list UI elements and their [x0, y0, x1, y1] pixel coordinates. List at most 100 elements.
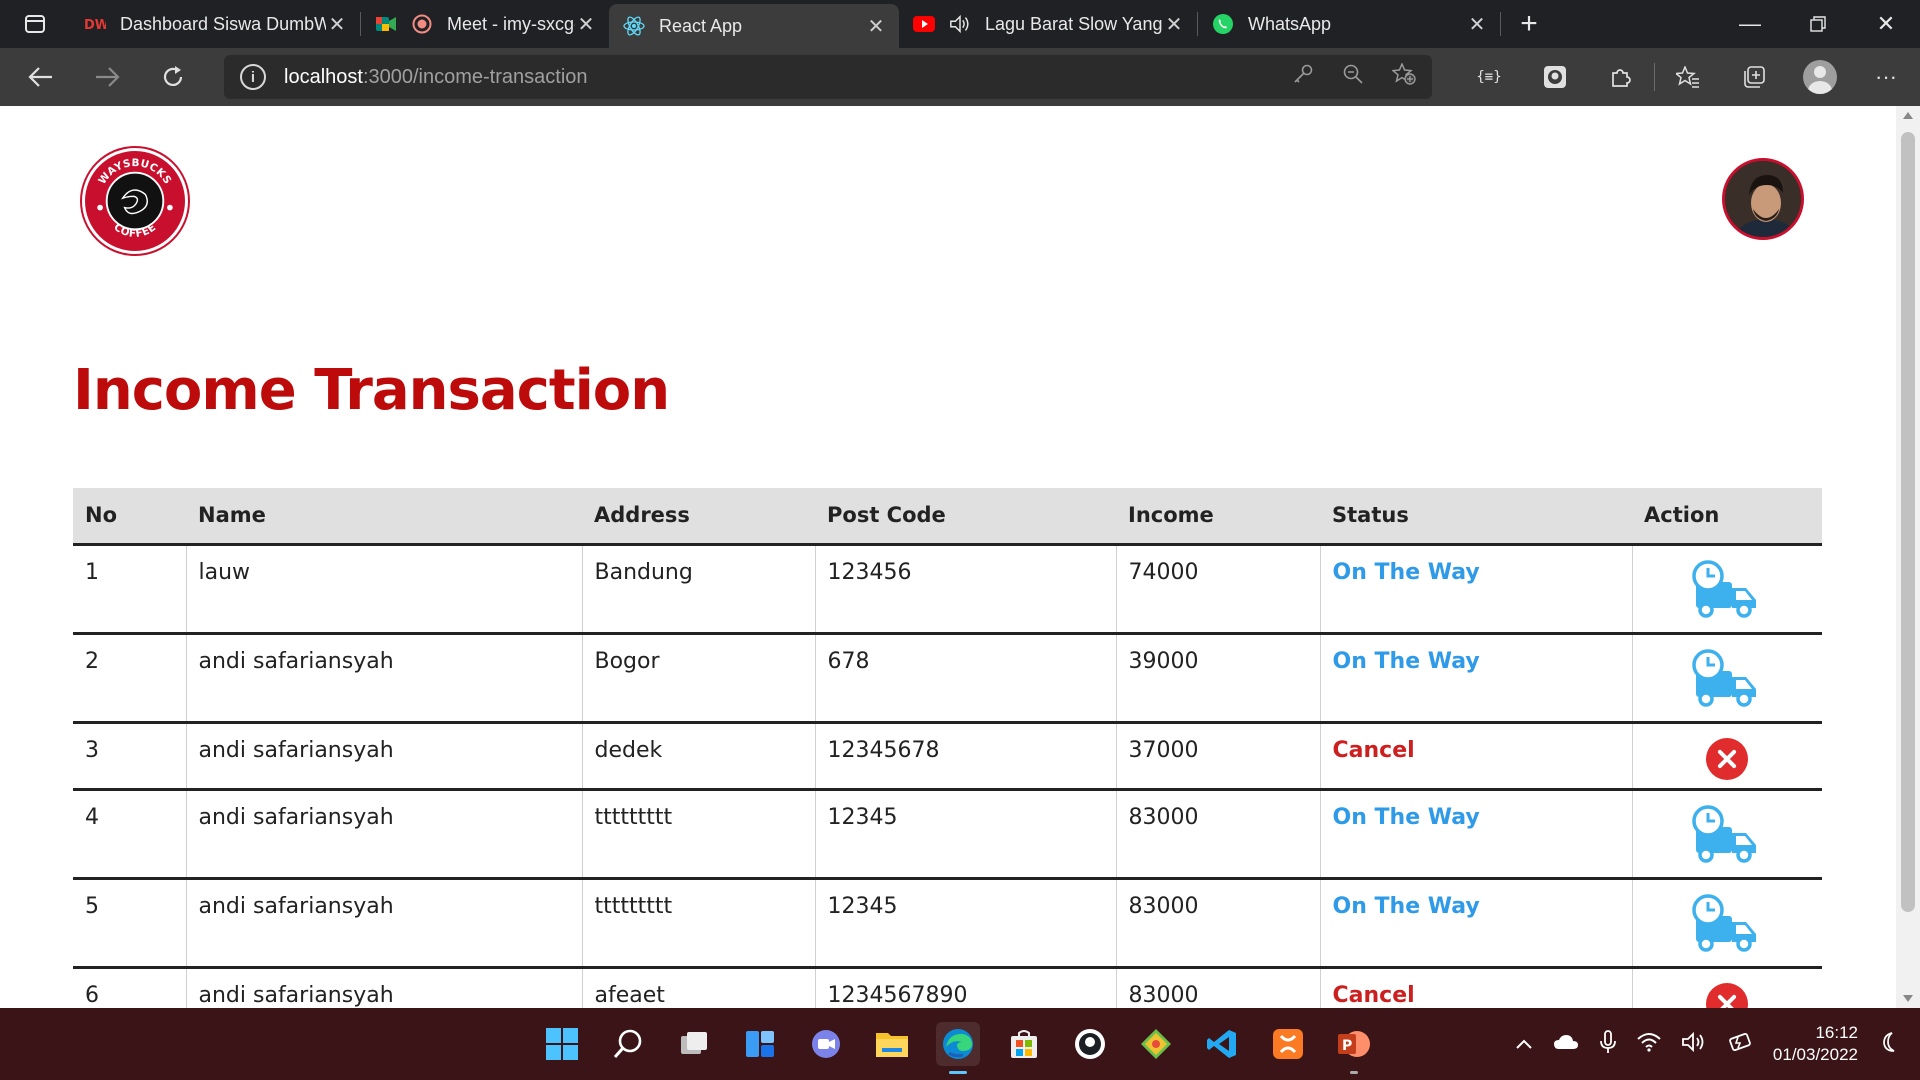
scrollbar-thumb[interactable]: [1901, 132, 1915, 912]
address-bar[interactable]: i localhost:3000/income-transaction: [224, 55, 1432, 99]
logo-graphic: WAYSBUCKS COFFEE: [96, 157, 173, 240]
cell-name: andi safariansyah: [185, 722, 582, 791]
microphone-icon[interactable]: [1599, 1029, 1617, 1059]
close-tab-icon[interactable]: ✕: [1466, 13, 1488, 36]
scroll-down-icon[interactable]: [1903, 995, 1913, 1002]
cell-income: 83000: [1115, 967, 1320, 1008]
youtube-icon: [913, 13, 935, 35]
github-desktop-icon[interactable]: [1068, 1022, 1112, 1066]
zoom-icon[interactable]: [1342, 63, 1364, 91]
page-title: Income Transaction: [73, 358, 670, 423]
chevron-up-icon[interactable]: [1515, 1034, 1533, 1055]
volume-icon[interactable]: [1681, 1031, 1707, 1058]
truck-icon[interactable]: [1692, 648, 1762, 709]
close-window-icon[interactable]: ✕: [1852, 0, 1920, 48]
cell-action: [1631, 789, 1822, 880]
site-info-icon[interactable]: i: [240, 64, 266, 90]
file-explorer-icon[interactable]: [870, 1022, 914, 1066]
reload-icon[interactable]: [140, 48, 206, 106]
key-icon[interactable]: [1292, 63, 1314, 91]
forward-icon[interactable]: [74, 48, 140, 106]
tab-dashboard-siswa[interactable]: DW Dashboard Siswa DumbW ✕: [70, 0, 360, 48]
cell-income: 83000: [1115, 789, 1320, 880]
cell-address: Bandung: [581, 544, 815, 635]
add-favorite-icon[interactable]: [1391, 62, 1416, 91]
favorites-icon[interactable]: [1655, 48, 1721, 106]
cell-no: 4: [73, 789, 186, 880]
column-header-address: Address: [582, 488, 815, 546]
profile-icon[interactable]: [1787, 48, 1853, 106]
truck-icon[interactable]: [1692, 804, 1762, 865]
close-tab-icon[interactable]: ✕: [326, 13, 348, 36]
truck-icon[interactable]: [1692, 559, 1762, 620]
page-scrollbar[interactable]: [1896, 106, 1920, 1008]
onedrive-cloud-icon[interactable]: [1553, 1033, 1579, 1056]
teams-chat-icon[interactable]: [804, 1022, 848, 1066]
microsoft-store-icon[interactable]: [1002, 1022, 1046, 1066]
system-clock[interactable]: 16:12 01/03/2022: [1773, 1022, 1858, 1066]
wifi-icon[interactable]: [1637, 1032, 1661, 1057]
cancel-icon[interactable]: [1706, 737, 1749, 780]
focus-assist-moon-icon[interactable]: [1878, 1031, 1900, 1058]
cell-post-code: 12345678: [814, 722, 1116, 791]
vscode-icon[interactable]: [1200, 1022, 1244, 1066]
back-icon[interactable]: [8, 48, 74, 106]
table-header-row: No Name Address Post Code Income Status …: [73, 488, 1822, 546]
cell-status: On The Way: [1319, 878, 1632, 969]
tab-youtube[interactable]: Lagu Barat Slow Yang ✕: [899, 0, 1197, 48]
svg-text:DW: DW: [84, 18, 106, 31]
start-icon[interactable]: [540, 1022, 584, 1066]
tab-google-meet[interactable]: Meet - imy-sxcg-ung ✕: [361, 0, 609, 48]
more-menu-icon[interactable]: ···: [1853, 48, 1919, 106]
cell-no: 1: [73, 544, 186, 635]
tab-title: Meet - imy-sxcg-ung: [447, 13, 575, 34]
waysbucks-logo[interactable]: WAYSBUCKS COFFEE: [82, 148, 188, 254]
cell-action: [1631, 722, 1822, 791]
table-row: 3 andi safariansyah dedek 12345678 37000…: [73, 722, 1822, 791]
github-icon[interactable]: [1522, 48, 1588, 106]
page-viewport: WAYSBUCKS COFFEE Income Transaction No N…: [0, 106, 1896, 1008]
minimize-icon[interactable]: —: [1716, 0, 1784, 48]
user-avatar[interactable]: [1722, 158, 1804, 240]
table-row: 4 andi safariansyah ttttttttt 12345 8300…: [73, 789, 1822, 880]
browser-tab-bar: DW Dashboard Siswa DumbW ✕ Meet - imy-sx…: [0, 0, 1920, 48]
table-row: 2 andi safariansyah Bogor 678 39000 On T…: [73, 633, 1822, 724]
column-header-post-code: Post Code: [815, 488, 1116, 546]
cell-status: Cancel: [1319, 722, 1632, 791]
restore-icon[interactable]: [1784, 0, 1852, 48]
cell-name: andi safariansyah: [185, 878, 582, 969]
cell-income: 39000: [1115, 633, 1320, 724]
close-tab-icon[interactable]: ✕: [1163, 13, 1185, 36]
sourcetree-icon[interactable]: [1134, 1022, 1178, 1066]
battery-icon[interactable]: [1727, 1031, 1753, 1058]
collections-icon[interactable]: [1721, 48, 1787, 106]
window-controls: — ✕: [1716, 0, 1920, 48]
widgets-icon[interactable]: [738, 1022, 782, 1066]
close-tab-icon[interactable]: ✕: [575, 13, 597, 36]
scroll-up-icon[interactable]: [1903, 112, 1913, 119]
cell-income: 83000: [1115, 878, 1320, 969]
edge-browser-icon[interactable]: [936, 1022, 980, 1074]
cell-action: [1631, 878, 1822, 969]
close-tab-icon[interactable]: ✕: [865, 15, 887, 38]
new-tab-button[interactable]: +: [1501, 0, 1557, 48]
truck-icon[interactable]: [1692, 893, 1762, 954]
redux-devtools-icon[interactable]: {≡}: [1456, 48, 1522, 106]
extensions-icon[interactable]: [1588, 48, 1654, 106]
tab-react-app[interactable]: React App ✕: [609, 4, 899, 48]
cell-address: ttttttttt: [581, 789, 815, 880]
cell-post-code: 12345: [814, 789, 1116, 880]
task-view-icon[interactable]: [672, 1022, 716, 1066]
cancel-icon[interactable]: [1706, 982, 1749, 1008]
powerpoint-icon[interactable]: P: [1332, 1022, 1376, 1074]
tab-whatsapp[interactable]: WhatsApp ✕: [1198, 0, 1500, 48]
tab-actions-icon[interactable]: [0, 0, 70, 48]
speaker-icon[interactable]: [949, 13, 971, 35]
cell-post-code: 123456: [814, 544, 1116, 635]
xampp-icon[interactable]: [1266, 1022, 1310, 1066]
tab-title: WhatsApp: [1248, 13, 1332, 34]
column-header-name: Name: [186, 488, 582, 546]
cell-status: On The Way: [1319, 789, 1632, 880]
cell-address: ttttttttt: [581, 878, 815, 969]
search-icon[interactable]: [606, 1022, 650, 1066]
